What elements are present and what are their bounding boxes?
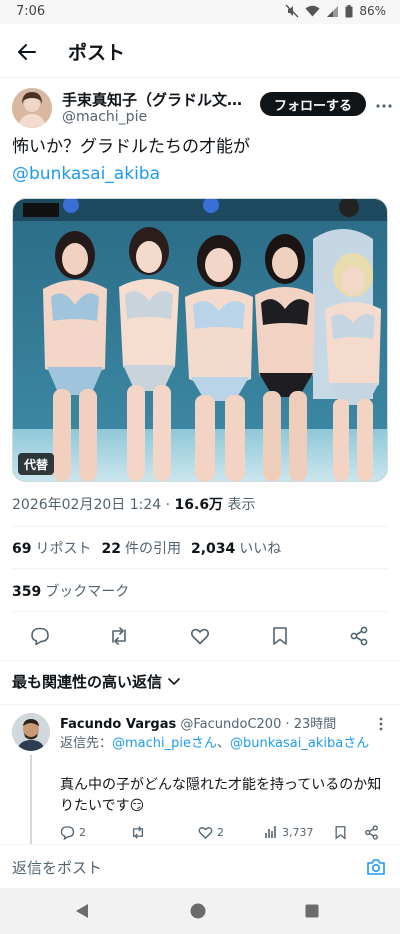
- status-time: 7:06: [16, 4, 46, 19]
- views-count: 16.6万: [174, 497, 224, 513]
- reply-sort-selector[interactable]: 最も関連性の高い返信: [12, 671, 180, 692]
- reply-compose-bar: 返信をポスト: [0, 844, 400, 888]
- reply-button[interactable]: [28, 624, 52, 648]
- ellipsis-icon: [376, 104, 392, 108]
- reply-author-handle[interactable]: @FacundoC200: [180, 717, 281, 732]
- chevron-down-icon: [168, 677, 180, 685]
- mute-icon: [285, 4, 299, 18]
- reply-icon: [31, 627, 49, 646]
- author-avatar[interactable]: [12, 88, 52, 128]
- divider: [12, 568, 388, 569]
- like-button[interactable]: [188, 624, 212, 648]
- divider: [12, 611, 388, 612]
- section-divider: [0, 660, 400, 661]
- repost-icon: [132, 826, 144, 839]
- reply-to-line: 返信先：@machi_pieさん、@bunkasai_akibaさん: [60, 735, 390, 753]
- bookmarks-stat[interactable]: 359 ブックマーク: [12, 581, 129, 601]
- page-title: ポスト: [68, 42, 126, 64]
- system-nav-bar: [0, 888, 400, 934]
- status-icons: 86%: [285, 4, 386, 18]
- reply-avatar[interactable]: [12, 713, 50, 751]
- arrow-left-icon: [18, 44, 36, 60]
- engagement-stats: 69 リポスト 22 件の引用 2,034 いいね: [12, 538, 281, 558]
- repost-icon: [112, 627, 126, 645]
- post-body: 怖いか？グラドルたちの才能が: [12, 137, 250, 157]
- reply-header: Facundo Vargas @FacundoC200 · 23時間: [60, 713, 336, 732]
- views-label: 表示: [227, 497, 256, 513]
- bookmark-icon: [273, 627, 287, 645]
- like-icon: [198, 826, 213, 840]
- reply-more-button[interactable]: [372, 715, 390, 733]
- meta-separator: ·: [165, 497, 175, 513]
- reply-time: 23時間: [293, 717, 337, 732]
- thread-line: [30, 755, 32, 845]
- reply-to-user-1[interactable]: @machi_pieさん: [112, 736, 217, 751]
- reply-reply-button[interactable]: 2: [60, 825, 86, 840]
- nav-recents-icon: [305, 904, 319, 918]
- reposts-stat[interactable]: 69 リポスト: [12, 538, 91, 558]
- bookmark-icon: [335, 826, 346, 840]
- reply-reply-count: 2: [79, 826, 86, 839]
- wifi-icon: [305, 5, 320, 17]
- post-image[interactable]: [12, 198, 388, 482]
- post-date[interactable]: 2026年02月20日 1:24: [12, 497, 161, 513]
- status-bar: 7:06 86%: [0, 0, 400, 24]
- more-options-button[interactable]: [372, 94, 396, 118]
- reply-text: 真ん中の子がどんな隠れた才能を持っているのか知りたいです😏: [60, 777, 382, 814]
- photo-illustration: [13, 199, 387, 481]
- nav-back-button[interactable]: [72, 901, 92, 921]
- reply-separator: ·: [285, 717, 294, 732]
- share-icon: [350, 626, 368, 646]
- author-name[interactable]: 手束真知子（グラドル文化祭@AKIBAカルチャーズ劇場）: [62, 89, 252, 110]
- reply-to-prefix: 返信先：: [60, 736, 113, 751]
- reply-compose-input[interactable]: 返信をポスト: [12, 857, 102, 878]
- app-header: ポスト: [0, 24, 400, 78]
- bookmark-button[interactable]: [268, 624, 292, 648]
- back-button[interactable]: [10, 35, 44, 69]
- battery-icon: [345, 4, 353, 17]
- post-text: 怖いか？グラドルたちの才能が @bunkasai_akiba: [12, 134, 388, 188]
- post-action-bar: [0, 618, 400, 654]
- repost-button[interactable]: [107, 624, 131, 648]
- reply-icon: [60, 826, 75, 840]
- share-icon: [365, 825, 378, 840]
- nav-home-button[interactable]: [188, 901, 208, 921]
- signal-icon: [327, 6, 339, 17]
- alt-text-badge[interactable]: 代替: [18, 453, 55, 475]
- reply-sort-label: 最も関連性の高い返信: [12, 673, 163, 691]
- author-handle[interactable]: @machi_pie: [62, 109, 147, 125]
- reply-share-button[interactable]: [364, 825, 379, 840]
- reply-to-user-2[interactable]: @bunkasai_akibaさん: [230, 736, 369, 751]
- analytics-icon: [265, 826, 276, 838]
- share-button[interactable]: [347, 624, 371, 648]
- reply-bookmark-button[interactable]: [334, 825, 347, 840]
- reply-item[interactable]: Facundo Vargas @FacundoC200 · 23時間 返信先：@…: [0, 704, 400, 845]
- nav-home-icon: [190, 903, 206, 919]
- reply-like-count: 2: [217, 826, 224, 839]
- vertical-ellipsis-icon: [379, 717, 383, 731]
- reply-views-button[interactable]: 3,737: [264, 825, 314, 839]
- battery-percent: 86%: [359, 4, 386, 18]
- nav-recents-button[interactable]: [302, 901, 322, 921]
- reply-like-button[interactable]: 2: [198, 825, 224, 840]
- like-icon: [190, 628, 210, 645]
- nav-back-icon: [76, 904, 88, 918]
- post-meta: 2026年02月20日 1:24 · 16.6万 表示: [12, 494, 256, 514]
- post-mention-link[interactable]: @bunkasai_akiba: [12, 161, 388, 188]
- reply-repost-button[interactable]: [130, 825, 146, 840]
- divider: [12, 526, 388, 527]
- quotes-stat[interactable]: 22 件の引用: [101, 538, 180, 558]
- camera-button[interactable]: [364, 855, 388, 879]
- reply-to-separator: 、: [217, 736, 231, 751]
- likes-stat[interactable]: 2,034 いいね: [191, 538, 281, 558]
- reply-action-bar: 2 2 3,737: [60, 825, 390, 845]
- author-row: 手束真知子（グラドル文化祭@AKIBAカルチャーズ劇場） @machi_pie …: [0, 84, 400, 132]
- follow-button[interactable]: フォローする: [260, 92, 366, 116]
- reply-view-count: 3,737: [282, 825, 314, 839]
- camera-icon: [367, 859, 385, 875]
- reply-author-name[interactable]: Facundo Vargas: [60, 717, 176, 732]
